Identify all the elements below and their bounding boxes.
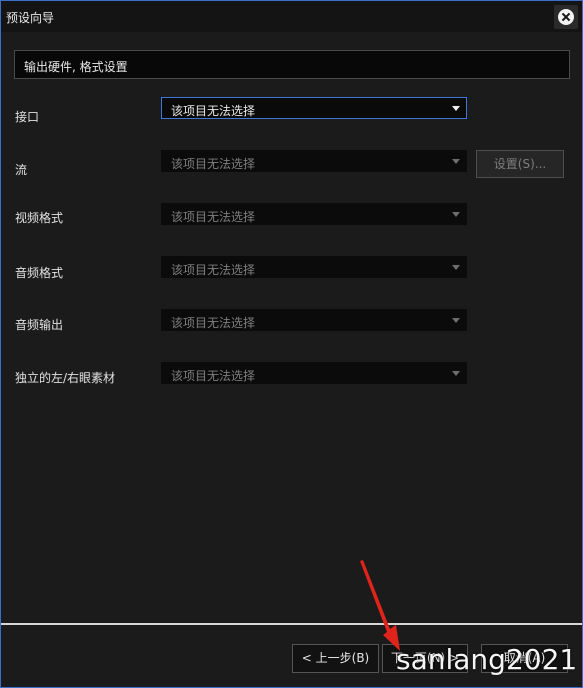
audio-format-select[interactable]: 该项目无法选择 xyxy=(161,256,467,278)
chevron-down-icon xyxy=(452,318,460,323)
audio-output-label: 音频输出 xyxy=(15,318,64,332)
settings-button[interactable]: 设置(S)... xyxy=(476,150,564,178)
interface-label: 接口 xyxy=(15,110,40,124)
title-bar: 预设向导 xyxy=(1,1,582,32)
stream-select-value: 该项目无法选择 xyxy=(171,157,256,171)
stream-label: 流 xyxy=(15,163,28,177)
interface-select[interactable]: 该项目无法选择 xyxy=(161,97,467,119)
annotation-arrow-icon xyxy=(360,560,400,651)
separate-lr-eye-select-value: 该项目无法选择 xyxy=(171,369,256,383)
separate-lr-eye-select[interactable]: 该项目无法选择 xyxy=(161,362,467,384)
stream-select[interactable]: 该项目无法选择 xyxy=(161,150,467,172)
audio-output-select[interactable]: 该项目无法选择 xyxy=(161,309,467,331)
chevron-down-icon xyxy=(452,265,460,270)
footer-divider xyxy=(1,623,582,625)
chevron-down-icon xyxy=(452,106,460,111)
interface-select-value: 该项目无法选择 xyxy=(171,104,256,118)
audio-output-select-value: 该项目无法选择 xyxy=(171,316,256,330)
separate-lr-eye-label: 独立的左/右眼素材 xyxy=(15,371,116,385)
chevron-down-icon xyxy=(452,371,460,376)
step-title: 输出硬件, 格式设置 xyxy=(14,50,570,79)
close-button[interactable] xyxy=(554,5,578,29)
audio-format-label: 音频格式 xyxy=(15,266,64,280)
audio-format-select-value: 该项目无法选择 xyxy=(171,263,256,277)
watermark-text: sanlang2021 xyxy=(396,643,578,676)
chevron-down-icon xyxy=(452,212,460,217)
chevron-down-icon xyxy=(452,159,460,164)
video-format-select-value: 该项目无法选择 xyxy=(171,210,256,224)
preset-wizard-window: 预设向导 输出硬件, 格式设置 接口 该项目无法选择 流 该项目无法选择 设置(… xyxy=(0,0,583,688)
video-format-select[interactable]: 该项目无法选择 xyxy=(161,203,467,225)
video-format-label: 视频格式 xyxy=(15,211,64,225)
close-icon xyxy=(558,9,574,25)
window-title: 预设向导 xyxy=(6,11,55,25)
